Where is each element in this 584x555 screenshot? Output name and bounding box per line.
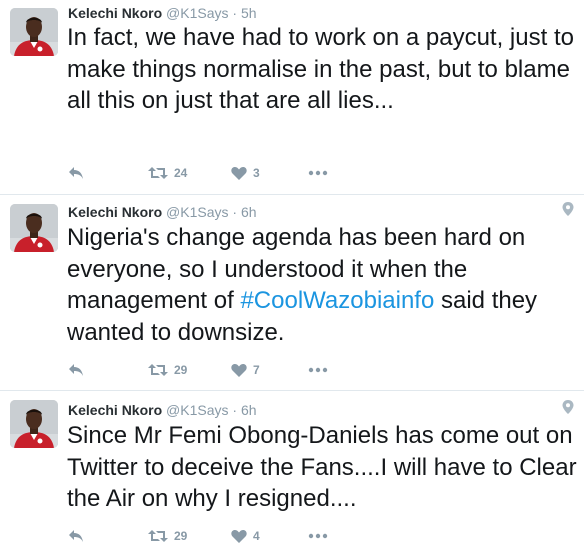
like-count: 3	[253, 166, 260, 180]
retweet-button[interactable]: 29	[148, 527, 187, 545]
separator: ·	[232, 402, 238, 418]
user-handle[interactable]: @K1Says	[166, 5, 228, 21]
avatar[interactable]	[10, 400, 58, 448]
reply-button[interactable]	[68, 164, 84, 182]
reply-icon	[69, 530, 83, 542]
timestamp[interactable]: 5h	[241, 5, 257, 21]
tweet-text: Nigeria's change agenda has been hard on…	[67, 222, 577, 348]
divider	[0, 194, 584, 195]
separator: ·	[232, 5, 238, 21]
location-pin-icon[interactable]	[562, 202, 574, 216]
tweet-header: Kelechi Nkoro @K1Says · 5h	[68, 5, 257, 21]
like-count: 7	[253, 363, 260, 377]
more-button[interactable]	[308, 164, 328, 182]
tweet-text: In fact, we have had to work on a paycut…	[67, 24, 574, 114]
more-icon	[308, 367, 328, 373]
timestamp[interactable]: 6h	[241, 204, 257, 220]
timestamp[interactable]: 6h	[241, 402, 257, 418]
retweet-icon	[148, 167, 168, 179]
like-button[interactable]: 7	[231, 361, 260, 379]
like-button[interactable]: 3	[231, 164, 260, 182]
reply-icon	[69, 364, 83, 376]
tweet-header: Kelechi Nkoro @K1Says · 6h	[68, 402, 257, 418]
avatar[interactable]	[10, 204, 58, 252]
heart-icon	[231, 166, 247, 180]
user-name[interactable]: Kelechi Nkoro	[68, 402, 162, 418]
retweet-button[interactable]: 29	[148, 361, 187, 379]
tweet[interactable]: Kelechi Nkoro @K1Says · 5h In fact, we h…	[0, 0, 584, 195]
divider	[0, 390, 584, 391]
tweet[interactable]: Kelechi Nkoro @K1Says · 6h Since Mr Femi…	[0, 392, 584, 555]
reply-icon	[69, 167, 83, 179]
more-button[interactable]	[308, 361, 328, 379]
retweet-count: 29	[174, 529, 188, 543]
like-button[interactable]: 4	[231, 527, 260, 545]
tweet-header: Kelechi Nkoro @K1Says · 6h	[68, 204, 257, 220]
more-icon	[308, 170, 328, 176]
user-handle[interactable]: @K1Says	[166, 402, 228, 418]
tweet-actions: 29 7	[68, 361, 368, 379]
reply-button[interactable]	[68, 527, 84, 545]
separator: ·	[232, 204, 238, 220]
tweet-actions: 29 4	[68, 527, 368, 545]
retweet-count: 24	[174, 166, 188, 180]
like-count: 4	[253, 529, 260, 543]
retweet-button[interactable]: 24	[148, 164, 187, 182]
more-icon	[308, 533, 328, 539]
heart-icon	[231, 363, 247, 377]
user-handle[interactable]: @K1Says	[166, 204, 228, 220]
avatar[interactable]	[10, 8, 58, 56]
tweet-actions: 24 3	[68, 164, 368, 182]
more-button[interactable]	[308, 527, 328, 545]
location-pin-icon[interactable]	[562, 400, 574, 414]
retweet-icon	[148, 530, 168, 542]
tweet[interactable]: Kelechi Nkoro @K1Says · 6h Nigeria's cha…	[0, 196, 584, 391]
reply-button[interactable]	[68, 361, 84, 379]
heart-icon	[231, 529, 247, 543]
retweet-icon	[148, 364, 168, 376]
user-name[interactable]: Kelechi Nkoro	[68, 204, 162, 220]
tweet-text: Since Mr Femi Obong-Daniels has come out…	[67, 422, 577, 512]
user-name[interactable]: Kelechi Nkoro	[68, 5, 162, 21]
retweet-count: 29	[174, 363, 188, 377]
hashtag-link[interactable]: #CoolWazobiainfo	[240, 287, 434, 314]
